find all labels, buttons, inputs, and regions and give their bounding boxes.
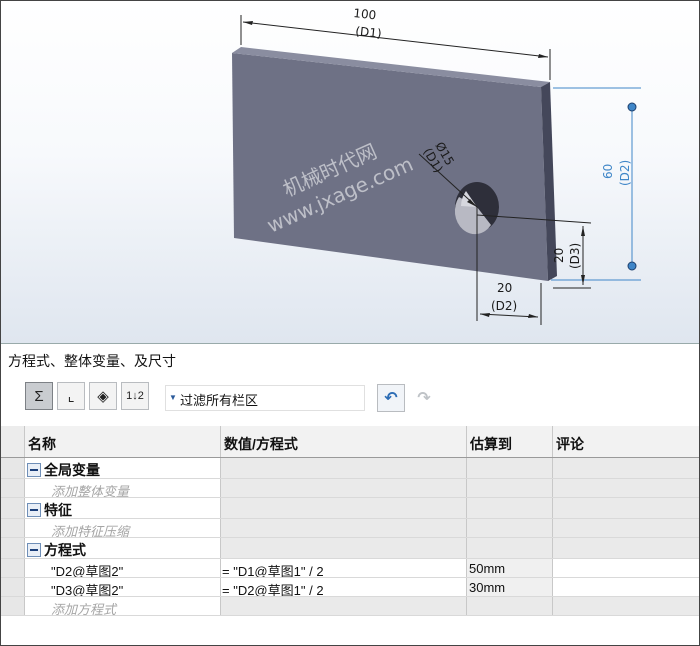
equation-value-cell[interactable]: = "D2@草图1" / 2 bbox=[221, 578, 467, 596]
row-selector[interactable] bbox=[1, 538, 25, 558]
ordered-view-button[interactable]: 1↓2 bbox=[121, 382, 149, 410]
equation-name-cell[interactable]: "D3@草图2" bbox=[25, 578, 221, 596]
filter-funnel-icon: ▼ bbox=[169, 393, 177, 402]
dim-holey-value[interactable]: 20 bbox=[552, 248, 566, 263]
sigma-icon: Σ bbox=[34, 387, 44, 405]
empty-cell bbox=[467, 597, 553, 615]
collapse-minus-icon[interactable] bbox=[27, 503, 41, 517]
equation-view-button[interactable]: Σ bbox=[25, 382, 53, 410]
add-global-variable-input[interactable]: 添加整体变量 bbox=[25, 479, 221, 497]
equations-dialog: 方程式、整体变量、及尺寸 Σ ⌞ ◈ 1↓2 ▼ 过滤所有栏区 ↶ ↷ 名称 数… bbox=[1, 344, 699, 645]
section-label-features: 特征 bbox=[44, 502, 72, 518]
dialog-title: 方程式、整体变量、及尺寸 bbox=[8, 353, 176, 369]
section-equations-cell: 方程式 bbox=[25, 538, 221, 558]
model-view: 100 (D1) 60 (D2) Ø15 (D1) 20 (D2) 20 (D3… bbox=[232, 6, 641, 325]
dim-holex-value[interactable]: 20 bbox=[497, 281, 512, 295]
empty-cell bbox=[467, 519, 553, 537]
dim-holey-arrow-top bbox=[581, 226, 585, 236]
section-cell-value bbox=[221, 538, 467, 558]
column-header-evaluates[interactable]: 估算到 bbox=[467, 426, 553, 457]
equation-value-cell[interactable]: = "D1@草图1" / 2 bbox=[221, 559, 467, 577]
filter-box[interactable]: ▼ 过滤所有栏区 bbox=[165, 385, 365, 411]
dim-height-value[interactable]: 60 bbox=[601, 164, 615, 179]
section-cell-comment bbox=[553, 538, 699, 558]
redo-arrow-icon: ↷ bbox=[417, 390, 431, 407]
column-header-name[interactable]: 名称 bbox=[25, 426, 221, 457]
section-cell-evaluates bbox=[467, 538, 553, 558]
row-selector[interactable] bbox=[1, 479, 25, 497]
dimension-view-button[interactable]: ◈ bbox=[89, 382, 117, 410]
section-features: 特征 bbox=[1, 498, 699, 519]
empty-cell bbox=[553, 597, 699, 615]
dim-width-arrow-left bbox=[243, 21, 253, 25]
section-global-variables: 全局变量 bbox=[1, 458, 699, 479]
collapse-minus-icon[interactable] bbox=[27, 543, 41, 557]
section-features-cell: 特征 bbox=[25, 498, 221, 518]
dim-holex-name[interactable]: (D2) bbox=[491, 299, 517, 313]
section-cell-comment bbox=[553, 458, 699, 478]
dim-height-handle-top[interactable] bbox=[627, 102, 637, 112]
column-header-comment[interactable]: 评论 bbox=[553, 426, 699, 457]
empty-cell bbox=[467, 479, 553, 497]
dim-width-arrow-right bbox=[538, 54, 548, 58]
empty-cell bbox=[221, 519, 467, 537]
row-selector[interactable] bbox=[1, 559, 25, 577]
graphics-viewport[interactable]: 100 (D1) 60 (D2) Ø15 (D1) 20 (D2) 20 (D3… bbox=[1, 1, 699, 344]
add-equation-row: 添加方程式 bbox=[1, 597, 699, 616]
equation-name-cell[interactable]: "D2@草图2" bbox=[25, 559, 221, 577]
add-feature-suppression-input[interactable]: 添加特征压缩 bbox=[25, 519, 221, 537]
equations-table: 名称 数值/方程式 估算到 评论 全局变量 添加整体变量 特征 添加特征压缩 方… bbox=[1, 426, 699, 616]
app-frame: 100 (D1) 60 (D2) Ø15 (D1) 20 (D2) 20 (D3… bbox=[0, 0, 700, 646]
section-cell-value bbox=[221, 498, 467, 518]
table-row: "D3@草图2" = "D2@草图1" / 2 30mm bbox=[1, 578, 699, 597]
section-cell-evaluates bbox=[467, 498, 553, 518]
row-selector[interactable] bbox=[1, 458, 25, 478]
equation-evaluates-cell: 30mm bbox=[467, 578, 553, 596]
undo-button[interactable]: ↶ bbox=[377, 384, 405, 412]
dim-width-name[interactable]: (D1) bbox=[355, 24, 383, 41]
column-header-value[interactable]: 数值/方程式 bbox=[221, 426, 467, 457]
section-equations: 方程式 bbox=[1, 538, 699, 559]
dim-width-value[interactable]: 100 bbox=[353, 6, 377, 22]
sketch-curve-icon: ⌞ bbox=[67, 388, 75, 405]
empty-cell bbox=[221, 597, 467, 615]
section-cell-evaluates bbox=[467, 458, 553, 478]
equation-comment-cell[interactable] bbox=[553, 559, 699, 577]
dim-height-handle-bottom[interactable] bbox=[627, 261, 637, 271]
dimension-diamond-icon: ◈ bbox=[97, 388, 109, 405]
row-selector[interactable] bbox=[1, 498, 25, 518]
equation-evaluates-cell: 50mm bbox=[467, 559, 553, 577]
section-label-global: 全局变量 bbox=[44, 462, 100, 478]
equation-comment-cell[interactable] bbox=[553, 578, 699, 596]
table-row: "D2@草图2" = "D1@草图1" / 2 50mm bbox=[1, 559, 699, 578]
dim-height-name[interactable]: (D2) bbox=[618, 160, 632, 186]
table-header: 名称 数值/方程式 估算到 评论 bbox=[1, 426, 699, 458]
section-cell-comment bbox=[553, 498, 699, 518]
add-feature-suppression-row: 添加特征压缩 bbox=[1, 519, 699, 538]
add-global-variable-row: 添加整体变量 bbox=[1, 479, 699, 498]
dim-holey-name[interactable]: (D3) bbox=[568, 243, 582, 269]
row-selector[interactable] bbox=[1, 578, 25, 596]
section-global-cell: 全局变量 bbox=[25, 458, 221, 478]
row-selector[interactable] bbox=[1, 519, 25, 537]
add-equation-input[interactable]: 添加方程式 bbox=[25, 597, 221, 615]
filter-text: 过滤所有栏区 bbox=[180, 393, 259, 408]
sort-order-icon: 1↓2 bbox=[126, 390, 144, 402]
sketch-equation-view-button[interactable]: ⌞ bbox=[57, 382, 85, 410]
empty-cell bbox=[553, 519, 699, 537]
undo-arrow-icon: ↶ bbox=[384, 390, 398, 407]
section-label-equations: 方程式 bbox=[44, 542, 86, 558]
redo-button[interactable]: ↷ bbox=[413, 387, 435, 409]
empty-cell bbox=[553, 479, 699, 497]
row-selector[interactable] bbox=[1, 597, 25, 615]
section-cell-value bbox=[221, 458, 467, 478]
row-selector-header[interactable] bbox=[1, 426, 25, 457]
empty-cell bbox=[221, 479, 467, 497]
collapse-minus-icon[interactable] bbox=[27, 463, 41, 477]
